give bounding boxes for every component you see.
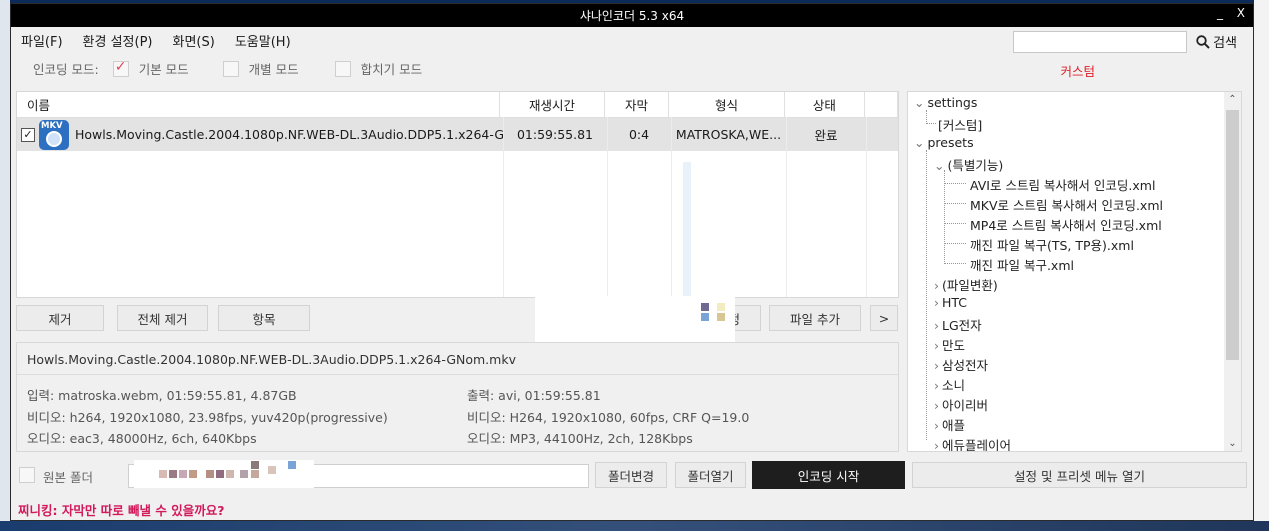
info-audio-out: 오디오: MP3, 44100Hz, 2ch, 128Kbps bbox=[467, 431, 693, 446]
file-list-header: 이름 재생시간 자막 형식 상태 bbox=[17, 92, 898, 118]
chevron-right-icon: › bbox=[934, 358, 939, 373]
info-audio-in: 오디오: eac3, 48000Hz, 6ch, 640Kbps bbox=[27, 431, 257, 446]
column-duration[interactable]: 재생시간 bbox=[500, 92, 605, 117]
info-filename: Howls.Moving.Castle.2004.1080p.NF.WEB-DL… bbox=[27, 352, 516, 367]
chevron-right-icon: › bbox=[934, 278, 939, 293]
menu-view[interactable]: 화면(S) bbox=[173, 31, 215, 50]
scroll-thumb[interactable] bbox=[1226, 110, 1239, 360]
start-encoding-button[interactable]: 인코딩 시작 bbox=[752, 461, 905, 489]
mkv-file-icon: MKV bbox=[39, 119, 69, 150]
minimize-button[interactable]: _ bbox=[1217, 6, 1223, 20]
encoding-mode-label: 인코딩 모드: bbox=[33, 62, 99, 77]
tree-item-mkv-copy[interactable]: MKV로 스트림 복사해서 인코딩.xml bbox=[970, 195, 1163, 214]
search-label: 검색 bbox=[1213, 36, 1237, 51]
chevron-down-icon: ⌄ bbox=[914, 135, 925, 150]
settings-menu-button[interactable]: 설정 및 프리셋 메뉴 열기 bbox=[912, 462, 1247, 488]
add-file-button[interactable]: 파일 추가 bbox=[769, 305, 861, 331]
row-status: 완료 bbox=[814, 128, 838, 143]
preset-tree[interactable]: ⌄ settings [커스텀] ⌄ presets ⌄ (특별기능) AVI로 스트… bbox=[907, 91, 1242, 452]
chevron-right-icon: › bbox=[934, 418, 939, 433]
chevron-right-icon: › bbox=[934, 338, 939, 353]
file-list[interactable]: 이름 재생시간 자막 형식 상태 ✓ MKV Howls.Moving.Cast… bbox=[16, 91, 899, 298]
app-window: 샤나인코더 5.3 x64 _ X 파일(F) 환경 설정(P) 화면(S) 도… bbox=[10, 3, 1254, 521]
column-extra bbox=[865, 92, 898, 117]
individual-mode-label: 개별 모드 bbox=[248, 62, 299, 77]
row-format: MATROSKA,WE... bbox=[675, 127, 782, 142]
scroll-down-icon[interactable]: ⌄ bbox=[1224, 438, 1241, 449]
folder-change-button[interactable]: 폴더변경 bbox=[595, 462, 667, 488]
file-info-panel: Howls.Moving.Castle.2004.1080p.NF.WEB-DL… bbox=[16, 342, 899, 452]
chevron-right-icon: › bbox=[934, 318, 939, 333]
original-folder-checkbox[interactable] bbox=[19, 467, 35, 483]
column-subtitle[interactable]: 자막 bbox=[605, 92, 670, 117]
chevron-right-icon: › bbox=[934, 438, 939, 452]
menu-bar: 파일(F) 환경 설정(P) 화면(S) 도움말(H) 검색 bbox=[11, 27, 1253, 54]
encoding-mode-bar: 인코딩 모드: 기본 모드 개별 모드 합치기 모드 커스텀 bbox=[11, 54, 1253, 83]
scroll-up-icon[interactable]: ⌃ bbox=[1224, 94, 1241, 105]
redacted-strip bbox=[683, 162, 691, 297]
info-input: 입력: matroska.webm, 01:59:55.81, 4.87GB bbox=[27, 388, 297, 403]
tree-node-group[interactable]: › LG전자 bbox=[934, 315, 982, 334]
search-input[interactable] bbox=[1013, 31, 1187, 53]
original-folder-label: 원본 폴더 bbox=[43, 470, 93, 485]
merge-mode-checkbox[interactable] bbox=[334, 60, 351, 77]
tree-item-mp4-copy[interactable]: MP4로 스트림 복사해서 인코딩.xml bbox=[970, 215, 1162, 234]
row-name-cell: ✓ MKV Howls.Moving.Castle.2004.1080p.NF.… bbox=[17, 118, 503, 151]
column-format[interactable]: 형식 bbox=[669, 92, 785, 117]
tip-link[interactable]: 찌니킹: 자막만 따로 빼낼 수 있을까요? bbox=[18, 500, 225, 519]
chevron-right-icon: › bbox=[934, 398, 939, 413]
close-button[interactable]: X bbox=[1237, 6, 1245, 20]
tree-node-custom[interactable]: [커스텀] bbox=[938, 115, 982, 134]
remove-button[interactable]: 제거 bbox=[16, 305, 104, 331]
basic-mode-label: 기본 모드 bbox=[138, 62, 189, 77]
tree-node-group[interactable]: › (파일변환) bbox=[934, 275, 998, 294]
merge-mode-label: 합치기 모드 bbox=[360, 62, 423, 77]
info-video-out: 비디오: H264, 1920x1080, 60fps, CRF Q=19.0 bbox=[467, 410, 750, 425]
remove-all-button[interactable]: 전체 제거 bbox=[117, 305, 208, 331]
search-icon bbox=[1196, 34, 1210, 49]
custom-link[interactable]: 커스텀 bbox=[1060, 61, 1095, 80]
title-bar: 샤나인코더 5.3 x64 _ X bbox=[11, 4, 1253, 27]
tree-item-repair-ts[interactable]: 깨진 파일 복구(TS, TP용).xml bbox=[970, 235, 1134, 254]
more-button[interactable]: > bbox=[870, 305, 898, 331]
row-checkbox[interactable]: ✓ bbox=[21, 127, 35, 142]
search-button[interactable]: 검색 bbox=[1196, 32, 1237, 51]
tree-item-repair[interactable]: 깨진 파일 복구.xml bbox=[970, 255, 1074, 274]
tree-node-group[interactable]: › 만도 bbox=[934, 335, 965, 354]
info-video-in: 비디오: h264, 1920x1080, 23.98fps, yuv420p(… bbox=[27, 410, 388, 425]
tree-node-group[interactable]: › HTC bbox=[934, 295, 967, 310]
individual-mode-checkbox[interactable] bbox=[222, 60, 239, 77]
basic-mode-checkbox[interactable] bbox=[112, 59, 129, 77]
tree-item-avi-copy[interactable]: AVI로 스트림 복사해서 인코딩.xml bbox=[970, 175, 1155, 194]
window-title: 샤나인코더 5.3 x64 bbox=[579, 9, 685, 23]
folder-open-button[interactable]: 폴더열기 bbox=[675, 462, 746, 488]
row-filename: Howls.Moving.Castle.2004.1080p.NF.WEB-DL… bbox=[75, 127, 503, 142]
menu-help[interactable]: 도움말(H) bbox=[235, 31, 291, 50]
tree-node-presets[interactable]: ⌄ presets bbox=[914, 135, 974, 150]
column-name[interactable]: 이름 bbox=[17, 92, 501, 117]
tree-node-group[interactable]: › 애플 bbox=[934, 415, 965, 434]
tree-scrollbar[interactable]: ⌃ ⌄ bbox=[1224, 92, 1241, 451]
tree-node-group[interactable]: › 에듀플레이어 bbox=[934, 435, 1011, 452]
menu-settings[interactable]: 환경 설정(P) bbox=[83, 31, 153, 50]
bottom-bar: 원본 폴더 폴더변경 폴더열기 인코딩 시작 설정 및 프리셋 메뉴 열기 bbox=[16, 460, 1247, 490]
menu-file[interactable]: 파일(F) bbox=[21, 31, 63, 50]
chevron-right-icon: › bbox=[934, 295, 939, 310]
tree-node-group[interactable]: › 소니 bbox=[934, 375, 965, 394]
row-subtitle: 0:4 bbox=[628, 127, 650, 142]
tree-node-group[interactable]: › 아이리버 bbox=[934, 395, 988, 414]
row-duration: 01:59:55.81 bbox=[516, 127, 594, 142]
chevron-down-icon: ⌄ bbox=[914, 95, 925, 110]
table-row[interactable]: ✓ MKV Howls.Moving.Castle.2004.1080p.NF.… bbox=[17, 118, 898, 151]
info-output: 출력: avi, 01:59:55.81 bbox=[467, 388, 601, 403]
items-button[interactable]: 항목 bbox=[218, 305, 310, 331]
chevron-down-icon: ⌄ bbox=[934, 158, 945, 173]
column-status[interactable]: 상태 bbox=[785, 92, 866, 117]
tree-node-group[interactable]: › 삼성전자 bbox=[934, 355, 988, 374]
tree-node-settings[interactable]: ⌄ settings bbox=[914, 95, 977, 110]
chevron-right-icon: › bbox=[934, 378, 939, 393]
